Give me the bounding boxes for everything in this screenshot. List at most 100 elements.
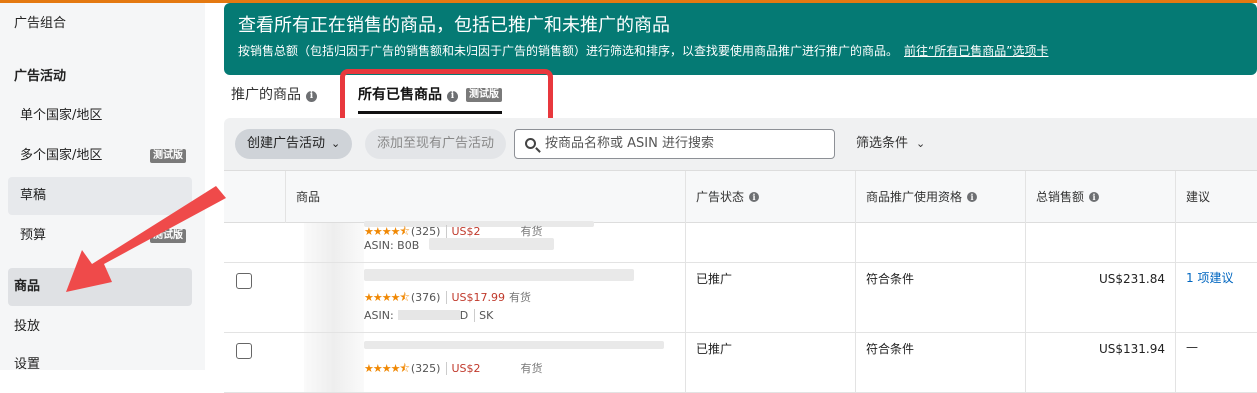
beta-badge: 测试版 [150, 229, 186, 243]
header-eligibility[interactable]: 商品推广使用资格 i [855, 171, 1025, 223]
row-checkbox[interactable] [236, 273, 252, 289]
header-label: 商品 [296, 190, 321, 204]
create-campaign-label: 创建广告活动 [247, 136, 326, 151]
beta-badge: 测试版 [150, 149, 186, 163]
banner-link[interactable]: 前往“所有已售商品”选项卡 [904, 44, 1048, 58]
table-row: ★★★★⯪ (325) US$2 有货 已推广 符合条件 US$131.94 — [224, 333, 1257, 393]
ad-status-cell: 已推广 [685, 333, 855, 392]
tab-advertised-products[interactable]: 推广的商品 i [231, 78, 317, 114]
rating-count: (376) [410, 291, 441, 304]
header-product[interactable]: 商品 [285, 171, 685, 223]
sidebar-item-drafts[interactable]: 草稿 [8, 177, 192, 215]
sidebar-item-label: 投放 [14, 319, 41, 334]
suggestion-cell: — [1175, 333, 1257, 392]
table-row: ★★★★⯪ (325) US$2 有货 ASIN: B0B [224, 221, 1257, 263]
eligibility-cell: 符合条件 [855, 333, 1025, 392]
sidebar-item-label: 单个国家/地区 [20, 108, 103, 123]
sidebar-item-single-country[interactable]: 单个国家/地区 [8, 97, 192, 135]
header-label: 广告状态 [696, 190, 745, 204]
header-label: 建议 [1186, 190, 1211, 204]
product-thumbnail [304, 263, 364, 332]
suggestion-cell [1175, 223, 1257, 262]
asin-label: ASIN: [364, 309, 394, 322]
price: US$2 [446, 362, 481, 375]
price: US$2 [446, 225, 481, 238]
info-banner: 查看所有正在销售的商品，包括已推广和未推广的商品 按销售总额（包括归因于广告的销… [224, 3, 1257, 75]
eligibility-cell [855, 223, 1025, 262]
ad-status-cell [685, 223, 855, 262]
create-campaign-button[interactable]: 创建广告活动 ⌄ [235, 129, 353, 159]
total-sales: US$131.94 [1098, 342, 1165, 356]
banner-title: 查看所有正在销售的商品，包括已推广和未推广的商品 [238, 15, 670, 36]
price: US$17.99 [446, 291, 505, 304]
total-sales: US$231.84 [1098, 272, 1165, 286]
sidebar-item-products[interactable]: 商品 [8, 268, 192, 306]
chevron-down-icon: ⌄ [916, 137, 926, 150]
tab-label: 推广的商品 [231, 87, 301, 103]
redacted-text [429, 238, 554, 250]
sidebar-item-multi-country[interactable]: 多个国家/地区 测试版 [8, 137, 192, 175]
ad-status: 已推广 [696, 272, 733, 286]
ad-status-cell: 已推广 [685, 263, 855, 332]
table-header: 商品 广告状态 i 商品推广使用资格 i 总销售额 i 建议 [224, 171, 1257, 223]
sidebar-item-label: 广告组合 [14, 16, 67, 31]
info-icon[interactable]: i [749, 192, 760, 202]
ad-status: 已推广 [696, 342, 733, 356]
search-placeholder: 按商品名称或 ASIN 进行搜索 [545, 136, 714, 151]
redacted-text [397, 310, 460, 320]
products-table: 商品 广告状态 i 商品推广使用资格 i 总销售额 i 建议 ★★★★⯪ (325) US… [224, 170, 1257, 393]
search-input[interactable]: 按商品名称或 ASIN 进行搜索 [514, 129, 835, 159]
redacted-text [364, 269, 634, 281]
stock-status: 有货 [520, 225, 543, 238]
sidebar-item-label: 多个国家/地区 [20, 148, 103, 163]
sales-cell: US$131.94 [1025, 333, 1175, 392]
sidebar-item-label: 预算 [20, 228, 47, 243]
sidebar-item-label: 草稿 [20, 188, 47, 203]
header-label: 总销售额 [1036, 190, 1085, 204]
asin-suffix: D [459, 309, 469, 322]
search-icon [525, 138, 536, 149]
asin: ASIN: B0B [364, 239, 420, 252]
sidebar-item-portfolios[interactable]: 广告组合 [8, 5, 192, 43]
star-rating: ★★★★⯪ (376) US$17.99 有货 [364, 291, 531, 304]
info-icon[interactable]: i [967, 192, 978, 202]
add-to-campaign-button[interactable]: 添加至现有广告活动 [365, 129, 507, 159]
asin: ASIN: D SK [364, 309, 494, 322]
suggestion: — [1186, 340, 1198, 354]
sidebar-item-label: 商品 [14, 279, 41, 294]
rating-count: (325) [410, 225, 441, 238]
add-to-campaign-label: 添加至现有广告活动 [377, 136, 495, 151]
header-ad-status[interactable]: 广告状态 i [685, 171, 855, 223]
chevron-down-icon: ⌄ [331, 137, 341, 150]
sidebar-item-campaigns[interactable]: 广告活动 [8, 58, 192, 96]
rating-count: (325) [410, 362, 441, 375]
info-icon[interactable]: i [1089, 192, 1100, 202]
sales-cell [1025, 223, 1175, 262]
header-total-sales[interactable]: 总销售额 i [1025, 171, 1175, 223]
eligibility: 符合条件 [866, 272, 915, 286]
eligibility: 符合条件 [866, 342, 915, 356]
sidebar-item-settings[interactable]: 设置 [8, 346, 192, 384]
sku: SK [474, 309, 494, 322]
stock-status: 有货 [509, 291, 531, 304]
suggestion-link[interactable]: 1 项建议 [1186, 269, 1233, 286]
sidebar-item-targeting[interactable]: 投放 [8, 308, 192, 346]
sales-cell: US$231.84 [1025, 263, 1175, 332]
header-suggestion[interactable]: 建议 [1175, 171, 1257, 223]
info-icon[interactable]: i [306, 91, 317, 102]
header-label: 商品推广使用资格 [866, 190, 963, 204]
table-toolbar: 创建广告活动 ⌄ 添加至现有广告活动 按商品名称或 ASIN 进行搜索 筛选条件 ⌄ [224, 118, 1257, 170]
filter-dropdown[interactable]: 筛选条件 ⌄ [856, 129, 925, 159]
sidebar: 广告组合 广告活动 单个国家/地区 多个国家/地区 测试版 草稿 预算 测试版 … [0, 3, 205, 372]
banner-description: 按销售总额（包括归因于广告的销售额和未归因于广告的销售额）进行筛选和排序，以查找… [238, 41, 1243, 61]
table-row: ★★★★⯪ (376) US$17.99 有货 ASIN: D SK 已推广 符合条件 U… [224, 263, 1257, 333]
suggestion-cell: 1 项建议 [1175, 263, 1257, 332]
sidebar-item-budgets[interactable]: 预算 测试版 [8, 217, 192, 255]
banner-description-text: 按销售总额（包括归因于广告的销售额和未归因于广告的销售额）进行筛选和排序，以查找… [238, 44, 899, 58]
product-thumbnail [304, 223, 364, 262]
redacted-text [364, 341, 664, 349]
row-checkbox[interactable] [236, 343, 252, 359]
sidebar-item-label: 广告活动 [14, 69, 67, 84]
eligibility-cell: 符合条件 [855, 263, 1025, 332]
stock-status: 有货 [520, 362, 543, 375]
